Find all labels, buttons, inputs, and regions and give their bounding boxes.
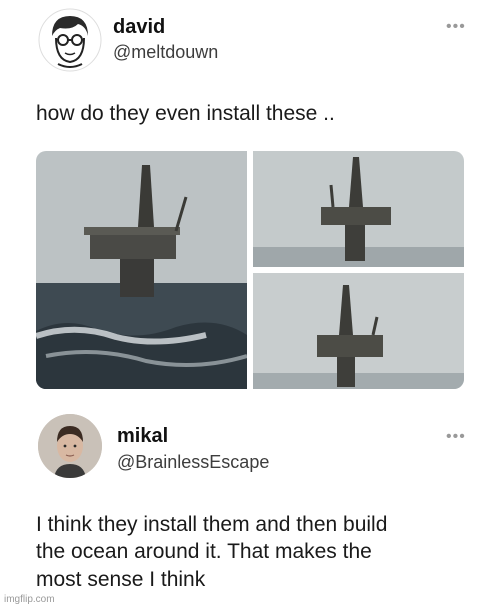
oil-platform-photo-1[interactable]: [36, 151, 247, 389]
oil-platform-photo-2[interactable]: [253, 151, 464, 267]
more-options-icon[interactable]: •••: [446, 18, 466, 36]
sketch-avatar-icon: [38, 8, 102, 72]
author-name[interactable]: mikal: [117, 425, 168, 448]
author-name[interactable]: david: [113, 16, 165, 39]
oil-platform-photo-3[interactable]: [253, 273, 464, 389]
author-avatar-david[interactable]: [38, 8, 102, 72]
author-handle[interactable]: @BrainlessEscape: [117, 452, 269, 473]
tweet-text: how do they even install these ..: [36, 102, 335, 125]
tweet-text-line-1: I think they install them and then build: [36, 513, 388, 536]
photo-avatar-icon: [38, 414, 102, 478]
tweet-text-line-3: most sense I think: [36, 568, 206, 591]
author-handle[interactable]: @meltdouwn: [113, 42, 218, 63]
author-avatar-mikal[interactable]: [38, 414, 102, 478]
more-options-icon[interactable]: •••: [446, 428, 466, 446]
media-grid: [36, 151, 464, 389]
imgflip-watermark: imgflip.com: [4, 594, 55, 605]
tweet-text-line-2: the ocean around it. That makes the: [36, 540, 372, 563]
